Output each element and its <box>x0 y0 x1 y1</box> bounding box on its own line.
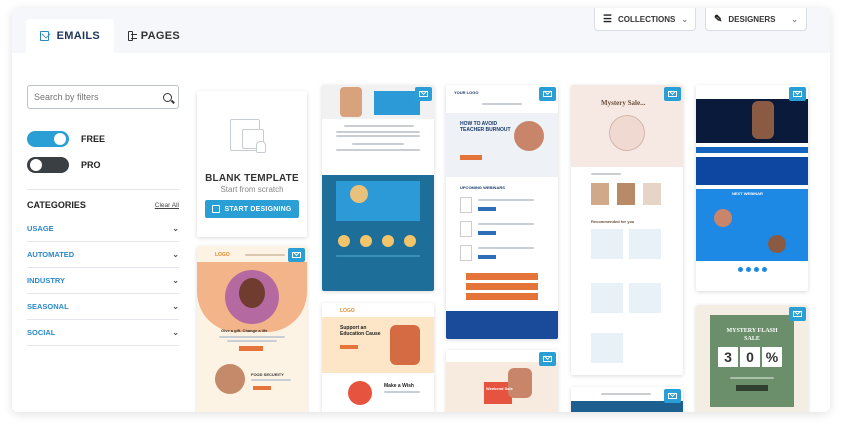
template-card-webinar[interactable]: NEXT WEBINAR <box>696 85 808 291</box>
toggle-knob <box>54 133 66 145</box>
email-template-icon <box>288 248 305 262</box>
filter-sidebar: FREE PRO CATEGORIES Clear All USAGE ⌄ AUT… <box>27 85 179 346</box>
start-designing-label: START DESIGNING <box>224 205 292 213</box>
chevron-down-icon: ⌄ <box>172 276 179 285</box>
start-designing-button[interactable]: START DESIGNING <box>205 200 299 218</box>
search-box[interactable] <box>27 85 179 109</box>
thumb-webinar-text: NEXT WEBINAR <box>732 191 763 196</box>
envelope-icon <box>40 31 49 41</box>
template-card-ocean[interactable] <box>571 387 683 412</box>
search-input[interactable] <box>34 92 163 102</box>
thumb-logo-2: LOGO <box>340 308 355 314</box>
email-template-icon <box>539 352 556 366</box>
chevron-down-icon: ⌄ <box>791 14 798 24</box>
email-template-icon <box>789 307 806 321</box>
pro-toggle-row: PRO <box>27 157 179 173</box>
pro-toggle[interactable] <box>27 157 69 173</box>
category-usage[interactable]: USAGE ⌄ <box>27 216 179 242</box>
template-card-teacher-blue[interactable] <box>322 85 434 291</box>
designers-label: DESIGNERS <box>728 14 776 24</box>
free-toggle[interactable] <box>27 131 69 147</box>
flash-digit: 3 <box>718 347 738 367</box>
category-social[interactable]: SOCIAL ⌄ <box>27 320 179 346</box>
chevron-down-icon: ⌄ <box>172 302 179 311</box>
email-template-icon <box>789 87 806 101</box>
blank-template-icon <box>230 115 274 159</box>
thumb-mystery-text: Mystery Sale... <box>601 99 646 107</box>
tab-pages[interactable]: PAGES <box>114 19 194 53</box>
template-card-mystery-sale[interactable]: Mystery Sale... Recommended for you <box>571 85 683 375</box>
content-area: FREE PRO CATEGORIES Clear All USAGE ⌄ AUT… <box>12 53 830 412</box>
template-card-weekend-sale[interactable]: Weekend Sale <box>446 350 558 412</box>
designers-dropdown[interactable]: ✎ DESIGNERS ⌄ <box>705 8 807 31</box>
chevron-down-icon: ⌄ <box>172 250 179 259</box>
free-label: FREE <box>81 134 106 144</box>
template-card-education[interactable]: LOGO Support an Education Cause Make a W… <box>322 303 434 412</box>
template-card-teacher-burnout[interactable]: YOUR LOGO HOW TO AVOID TEACHER BURNOUT U… <box>446 85 558 339</box>
thumb-food-text: FOOD SECURITY <box>251 372 284 377</box>
categories-title: CATEGORIES <box>27 200 86 210</box>
email-template-icon <box>415 87 432 101</box>
category-label: INDUSTRY <box>27 276 66 285</box>
category-label: SOCIAL <box>27 328 56 337</box>
thumb-recommended-text: Recommended for you <box>591 219 635 224</box>
thumb-webinars-text: UPCOMING WEBINARS <box>460 185 505 190</box>
chevron-down-icon: ⌄ <box>172 328 179 337</box>
flash-digits: 3 0 % <box>718 347 782 367</box>
pro-label: PRO <box>81 160 101 170</box>
designer-icon: ✎ <box>714 13 723 25</box>
thumb-weekend-text: Weekend Sale <box>486 386 513 391</box>
thumb-brand: YOUR LOGO <box>454 90 479 95</box>
app-window: EMAILS PAGES ☰ COLLECTIONS ⌄ ✎ DESIGNERS… <box>12 8 830 412</box>
thumb-gift-text: Give a gift. Change a life <box>221 328 268 333</box>
tab-emails-label: EMAILS <box>56 30 100 42</box>
category-automated[interactable]: AUTOMATED ⌄ <box>27 242 179 268</box>
toggle-knob <box>30 159 42 171</box>
category-label: AUTOMATED <box>27 250 75 259</box>
template-card-charity[interactable]: LOGO Give a gift. Change a life FOOD SEC… <box>197 246 307 412</box>
thumb-logo: LOGO <box>215 252 230 258</box>
email-template-icon <box>539 87 556 101</box>
email-template-icon <box>664 389 681 403</box>
layers-icon: ☰ <box>603 13 612 25</box>
category-label: USAGE <box>27 224 54 233</box>
email-template-icon <box>664 87 681 101</box>
blank-template-title: BLANK TEMPLATE <box>205 173 299 184</box>
search-icon[interactable] <box>163 92 172 102</box>
page-icon <box>128 31 137 41</box>
collections-label: COLLECTIONS <box>617 14 676 24</box>
free-toggle-row: FREE <box>27 131 179 147</box>
blank-template-card[interactable]: BLANK TEMPLATE Start from scratch START … <box>197 91 307 237</box>
collections-dropdown[interactable]: ☰ COLLECTIONS ⌄ <box>594 8 696 31</box>
thumb-burnout-text: HOW TO AVOID TEACHER BURNOUT <box>460 121 511 133</box>
chevron-down-icon: ⌄ <box>681 14 689 24</box>
chevron-down-icon: ⌄ <box>172 224 179 233</box>
clear-all-link[interactable]: Clear All <box>155 202 179 209</box>
category-list: USAGE ⌄ AUTOMATED ⌄ INDUSTRY ⌄ SEASONAL ⌄ SO… <box>27 216 179 346</box>
pencil-icon <box>212 205 221 213</box>
category-label: SEASONAL <box>27 302 69 311</box>
tab-pages-label: PAGES <box>140 30 180 42</box>
category-industry[interactable]: INDUSTRY ⌄ <box>27 268 179 294</box>
thumb-wish-text: Make a Wish <box>384 383 414 389</box>
category-seasonal[interactable]: SEASONAL ⌄ <box>27 294 179 320</box>
tab-emails[interactable]: EMAILS <box>26 19 114 53</box>
thumb-education-text: Support an Education Cause <box>340 325 381 337</box>
flash-digit: % <box>762 347 782 367</box>
template-card-flash-sale[interactable]: MYSTERY FLASH SALE 3 0 % <box>696 305 808 412</box>
top-bar: EMAILS PAGES ☰ COLLECTIONS ⌄ ✎ DESIGNERS… <box>12 8 830 53</box>
blank-template-subtitle: Start from scratch <box>220 185 284 194</box>
categories-header: CATEGORIES Clear All <box>27 189 179 210</box>
flash-digit: 0 <box>740 347 760 367</box>
thumb-flash-text: MYSTERY FLASH SALE <box>726 328 778 342</box>
